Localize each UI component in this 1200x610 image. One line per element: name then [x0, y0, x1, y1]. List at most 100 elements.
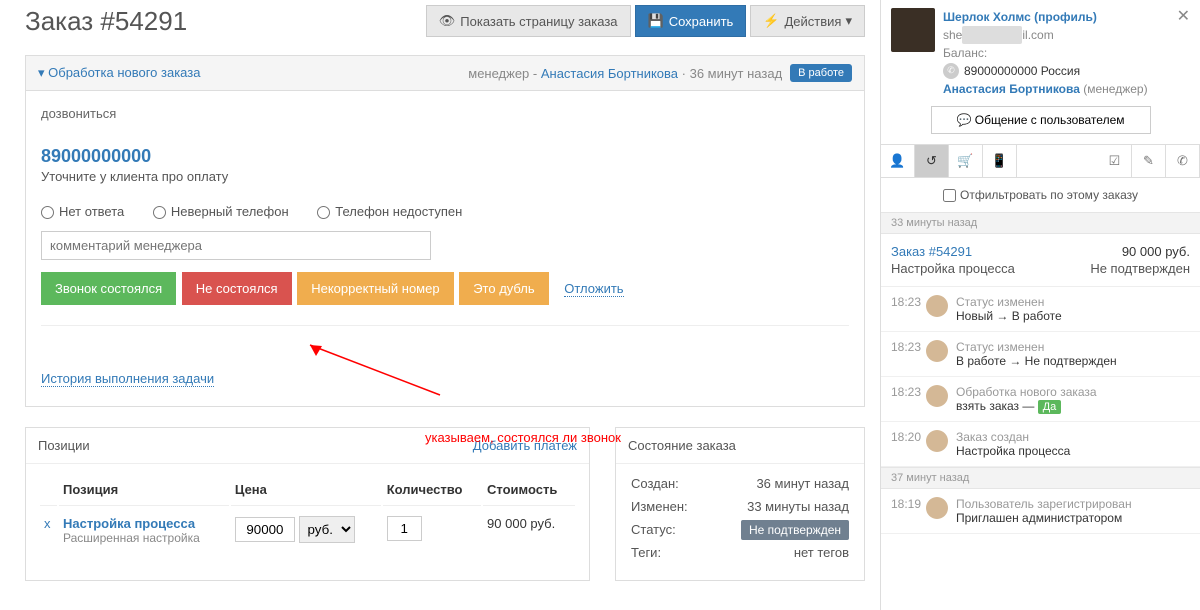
tab-phone-icon[interactable]: ✆	[1166, 145, 1200, 177]
profile-link[interactable]: (профиль)	[1034, 10, 1097, 24]
phone-number[interactable]: 89000000000	[41, 146, 849, 167]
status-label: Статус:	[631, 522, 701, 537]
log-title: Статус изменен	[956, 295, 1062, 309]
manager-link[interactable]: Анастасия Бортникова	[541, 66, 678, 81]
actions-button[interactable]: ⚡Действия▾	[750, 5, 865, 37]
col-cost: Стоимость	[483, 474, 575, 506]
status-value-badge: Не подтвержден	[741, 520, 849, 540]
log-item: 18:23Статус измененНовый → В работе	[881, 287, 1200, 332]
order-amount: 90 000 руб.	[1122, 244, 1190, 259]
log-title: Заказ создан	[956, 430, 1070, 444]
avatar	[891, 8, 935, 52]
status-badge: В работе	[790, 64, 852, 82]
tags-value: нет тегов	[701, 545, 849, 560]
col-position: Позиция	[59, 474, 229, 506]
manager-label: менеджер -	[468, 66, 541, 81]
order-link[interactable]: Заказ #54291	[891, 244, 972, 259]
page-title: Заказ #54291	[25, 6, 422, 37]
user-email: shexxxxxxxxxxil.com	[943, 26, 1190, 44]
changed-value: 33 минуты назад	[701, 499, 849, 514]
chevron-down-icon: ▾	[845, 13, 852, 29]
position-name[interactable]: Настройка процесса	[63, 516, 225, 531]
log-item: 18:19Пользователь зарегистрированПриглаш…	[881, 489, 1200, 534]
position-sub: Расширенная настройка	[63, 531, 225, 545]
task-time: 36 минут назад	[690, 66, 783, 81]
remove-row-button[interactable]: x	[44, 516, 51, 531]
phone-hint: Уточните у клиента про оплату	[41, 169, 849, 184]
manager-comment-input[interactable]	[41, 231, 431, 260]
avatar	[926, 295, 948, 317]
task-action-label: дозвониться	[41, 106, 849, 121]
tab-history-icon[interactable]: ↺	[915, 145, 949, 177]
avatar	[926, 385, 948, 407]
time-separator: 33 минуты назад	[881, 212, 1200, 234]
qty-input[interactable]	[387, 516, 422, 541]
positions-panel: Позиции Добавить платеж Позиция Цена Кол…	[25, 427, 590, 581]
avatar	[926, 430, 948, 452]
log-time: 18:23	[891, 295, 926, 323]
order-summary: Заказ #54291 90 000 руб. Настройка процес…	[881, 234, 1200, 287]
sidebar-manager-link[interactable]: Анастасия Бортникова	[943, 82, 1080, 96]
call-done-button[interactable]: Звонок состоялся	[41, 272, 176, 305]
task-panel-title[interactable]: Обработка нового заказа	[38, 65, 200, 81]
changed-label: Изменен:	[631, 499, 701, 514]
show-order-page-button[interactable]: 👁Показать страницу заказа	[426, 5, 631, 37]
save-button[interactable]: 💾Сохранить	[635, 5, 747, 37]
bad-number-button[interactable]: Некорректный номер	[297, 272, 453, 305]
log-item: 18:23Статус измененВ работе → Не подтвер…	[881, 332, 1200, 377]
call-failed-button[interactable]: Не состоялся	[182, 272, 292, 305]
cost-value: 90 000 руб.	[483, 508, 575, 553]
order-status-panel: Состояние заказа Создан:36 минут назад И…	[615, 427, 865, 581]
radio-wrong-phone[interactable]: Неверный телефон	[153, 204, 289, 219]
close-icon[interactable]: ✕	[1177, 6, 1190, 26]
created-label: Создан:	[631, 476, 701, 491]
tab-mobile-icon[interactable]: 📱	[983, 145, 1017, 177]
order-status: Не подтвержден	[1090, 261, 1190, 276]
col-qty: Количество	[383, 474, 481, 506]
user-name-link[interactable]: Шерлок Холмс	[943, 10, 1031, 24]
sidebar-tabs: 👤 ↺ 🛒 📱 ☑ ✎ ✆	[881, 144, 1200, 178]
phone-icon: ✆	[943, 63, 959, 79]
bolt-icon: ⚡	[763, 13, 779, 29]
order-status-title: Состояние заказа	[628, 438, 736, 453]
log-title: Пользователь зарегистрирован	[956, 497, 1132, 511]
tab-edit-icon[interactable]: ✎	[1132, 145, 1166, 177]
log-time: 18:19	[891, 497, 926, 525]
save-icon: 💾	[648, 13, 664, 29]
postpone-link[interactable]: Отложить	[564, 281, 623, 297]
log-title: Статус изменен	[956, 340, 1117, 354]
log-time: 18:23	[891, 385, 926, 413]
time-separator: 37 минут назад	[881, 467, 1200, 489]
task-history-link[interactable]: История выполнения задачи	[41, 371, 214, 387]
sidebar: ✕ Шерлок Холмс (профиль) shexxxxxxxxxxil…	[880, 0, 1200, 610]
comment-icon: 💬	[956, 113, 971, 127]
positions-title: Позиции	[38, 438, 90, 453]
balance-label: Баланс:	[943, 44, 1190, 62]
tab-cart-icon[interactable]: 🛒	[949, 145, 983, 177]
log-time: 18:23	[891, 340, 926, 368]
duplicate-button[interactable]: Это дубль	[459, 272, 548, 305]
filter-row: Отфильтровать по этому заказу	[881, 178, 1200, 212]
chat-button[interactable]: 💬 Общение с пользователем	[931, 106, 1151, 134]
radio-no-answer[interactable]: Нет ответа	[41, 204, 124, 219]
log-title: Обработка нового заказа	[956, 385, 1097, 399]
log-item: 18:23Обработка нового заказавзять заказ …	[881, 377, 1200, 422]
order-name: Настройка процесса	[891, 261, 1015, 276]
eye-icon: 👁	[439, 13, 456, 29]
tab-check-icon[interactable]: ☑	[1098, 145, 1132, 177]
tags-label: Теги:	[631, 545, 701, 560]
log-time: 18:20	[891, 430, 926, 458]
avatar	[926, 497, 948, 519]
currency-select[interactable]: руб.	[299, 516, 355, 543]
radio-unavailable[interactable]: Телефон недоступен	[317, 204, 462, 219]
price-input[interactable]	[235, 517, 295, 542]
yes-badge: Да	[1038, 400, 1062, 414]
avatar	[926, 340, 948, 362]
tab-user-icon[interactable]: 👤	[881, 145, 915, 177]
col-price: Цена	[231, 474, 381, 506]
created-value: 36 минут назад	[701, 476, 849, 491]
user-phone: 89000000000 Россия	[964, 62, 1080, 80]
log-item: 18:20Заказ созданНастройка процесса	[881, 422, 1200, 467]
annotation-text: указываем, состоялся ли звонок	[425, 430, 621, 445]
filter-checkbox[interactable]: Отфильтровать по этому заказу	[943, 188, 1138, 202]
